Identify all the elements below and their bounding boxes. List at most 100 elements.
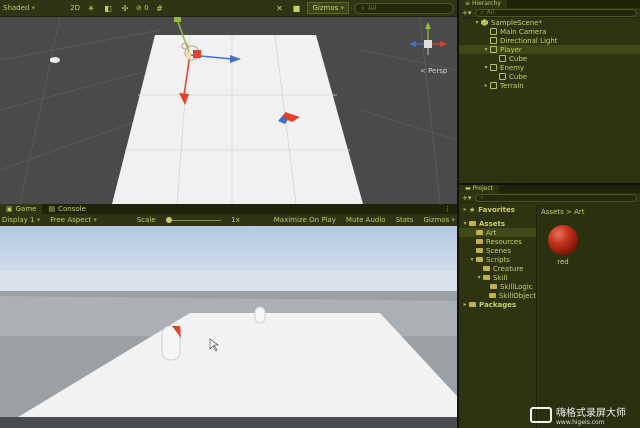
directional-light-icon[interactable] — [50, 57, 60, 63]
project-folder-item[interactable]: Scenes — [459, 246, 536, 255]
hierarchy-search-placeholder: All — [486, 9, 495, 16]
maximize-on-play-toggle[interactable]: Maximize On Play — [274, 216, 336, 224]
expand-arrow-icon[interactable]: ▸ — [482, 82, 490, 89]
gizmos-label: Gizmos — [312, 4, 344, 12]
game-tabbar: ▣ Game ▤ Console ⋮ — [0, 204, 457, 214]
project-folder-item[interactable]: SkillObject — [459, 291, 536, 300]
hierarchy-item-label: Terrain — [500, 81, 524, 90]
breadcrumb-root[interactable]: Assets — [541, 208, 564, 216]
project-search-input[interactable]: ⌕ — [475, 193, 637, 202]
audio-icon[interactable]: ◧ — [102, 4, 114, 13]
watermark-url: www.higeis.com — [556, 419, 605, 426]
expand-arrow-icon[interactable]: ▾ — [482, 64, 490, 71]
camera-icon[interactable]: ■ — [290, 4, 302, 13]
perspective-label[interactable]: < Persp — [420, 67, 447, 75]
expand-arrow-icon[interactable]: ▸ — [461, 301, 469, 308]
toggle-2d-button[interactable]: 2D — [70, 4, 80, 12]
expand-arrow-icon[interactable]: ▾ — [461, 220, 469, 227]
tab-console[interactable]: ▤ Console — [42, 204, 91, 214]
gizmos-dropdown[interactable]: Gizmos — [307, 2, 349, 14]
project-folder-item[interactable]: ▾ Skill — [459, 273, 536, 282]
tab-console-label: Console — [58, 205, 86, 213]
project-folder-item[interactable]: ▾ Assets — [459, 219, 536, 228]
scale-slider-track — [165, 220, 222, 221]
tab-hierarchy[interactable]: ≡ Hierarchy — [459, 0, 507, 8]
project-folder-item[interactable]: Resources — [459, 237, 536, 246]
y-axis-handle[interactable] — [174, 17, 181, 22]
scene-view[interactable]: Shaded 2D ☀ ◧ ✣ ⊘ 0 # ✕ ■ Gizmos ⌕All — [0, 0, 457, 204]
project-folder-tree: ▸ ★ Favorites ▾ Assets Art Resources Scenes ▾… — [459, 205, 537, 428]
ground-plane[interactable] — [112, 35, 363, 204]
project-folder-label: Creature — [493, 264, 524, 273]
hierarchy-item-label: SampleScene* — [491, 18, 543, 27]
scale-value: 1x — [231, 216, 240, 224]
create-asset-button[interactable]: +▾ — [462, 194, 471, 202]
game-panel-menu-icon[interactable]: ⋮ — [438, 204, 457, 214]
expand-arrow-icon[interactable]: ▾ — [475, 274, 483, 281]
asset-item[interactable]: red — [546, 225, 580, 266]
project-folder-label: Scenes — [486, 246, 511, 255]
project-folder-item[interactable]: Art — [459, 228, 536, 237]
cube-icon — [490, 64, 497, 71]
tab-project[interactable]: ▬ Project — [459, 185, 500, 193]
hierarchy-item[interactable]: ▾ Player — [459, 45, 640, 54]
orientation-gizmo-icon[interactable] — [409, 22, 447, 55]
scale-slider-thumb[interactable] — [165, 217, 172, 223]
grid-icon[interactable]: # — [154, 4, 166, 13]
project-folder-label: Resources — [486, 237, 522, 246]
scene-search-input[interactable]: ⌕ All — [354, 2, 454, 14]
effects-icon[interactable]: ✣ — [119, 4, 131, 13]
mute-audio-toggle[interactable]: Mute Audio — [346, 216, 386, 224]
asset-name: red — [557, 258, 569, 266]
hierarchy-item[interactable]: Cube — [459, 72, 640, 81]
shading-mode-dropdown[interactable]: Shaded — [3, 4, 35, 12]
tab-project-label: Project — [472, 185, 494, 192]
project-folder-label: Skill — [493, 273, 508, 282]
scale-slider[interactable] — [165, 216, 222, 224]
expand-arrow-icon[interactable]: ▾ — [473, 19, 481, 26]
game-canvas[interactable] — [0, 226, 457, 428]
expand-arrow-icon[interactable]: ▾ — [468, 256, 476, 263]
hierarchy-tree: ▾ SampleScene* Main Camera Directional Ligh… — [459, 18, 640, 90]
project-folder-item[interactable]: ▸ Packages — [459, 300, 536, 309]
stats-toggle[interactable]: Stats — [396, 216, 414, 224]
project-folder-label: SkillObject — [498, 291, 536, 300]
hierarchy-item[interactable]: ▸ Terrain — [459, 81, 640, 90]
hierarchy-tools: +▾ ⌕ All — [459, 8, 640, 18]
project-folder-item[interactable]: SkillLogic — [459, 282, 536, 291]
collapse-arrow-icon[interactable]: ▸ — [461, 206, 469, 213]
watermark-text: 嗨格式录屏大师 www.higeis.com — [556, 404, 626, 426]
aspect-dropdown[interactable]: Free Aspect — [50, 216, 97, 224]
tools-icon[interactable]: ✕ — [273, 4, 285, 13]
breadcrumb: Assets > Art — [541, 208, 585, 216]
hierarchy-item-label: Main Camera — [500, 27, 547, 36]
tab-game[interactable]: ▣ Game — [0, 204, 43, 214]
hierarchy-item[interactable]: ▾ SampleScene* — [459, 18, 640, 27]
hierarchy-item[interactable]: Main Camera — [459, 27, 640, 36]
project-folder-item[interactable]: Creature — [459, 264, 536, 273]
folder-icon — [476, 257, 483, 262]
project-folder-item[interactable]: ▾ Scripts — [459, 255, 536, 264]
scene-icon — [481, 19, 488, 26]
hidden-objects-counter[interactable]: ⊘ 0 — [136, 4, 149, 12]
scale-label: Scale — [136, 216, 156, 224]
folder-icon — [490, 284, 497, 289]
expand-arrow-icon[interactable]: ▾ — [482, 46, 490, 53]
favorites-item[interactable]: ▸ ★ Favorites — [459, 205, 536, 214]
hierarchy-item-label: Directional Light — [500, 36, 558, 45]
hierarchy-item[interactable]: Directional Light — [459, 36, 640, 45]
hierarchy-item[interactable]: ▾ Enemy — [459, 63, 640, 72]
star-icon: ★ — [469, 205, 476, 214]
game-view[interactable]: ▣ Game ▤ Console ⋮ Display 1 Free Aspect… — [0, 204, 457, 428]
game-gizmos-dropdown[interactable]: Gizmos — [423, 216, 455, 224]
game-toolbar: Display 1 Free Aspect Scale 1x Maximize … — [0, 214, 457, 226]
scene-canvas[interactable] — [0, 17, 457, 204]
search-icon: ⌕ — [480, 8, 484, 16]
cube-icon — [490, 37, 497, 44]
lighting-icon[interactable]: ☀ — [85, 4, 97, 13]
breadcrumb-current[interactable]: Art — [574, 208, 584, 216]
display-dropdown[interactable]: Display 1 — [2, 216, 40, 224]
add-object-button[interactable]: +▾ — [462, 9, 471, 17]
hierarchy-item[interactable]: Cube — [459, 54, 640, 63]
hierarchy-search-input[interactable]: ⌕ All — [475, 8, 637, 17]
